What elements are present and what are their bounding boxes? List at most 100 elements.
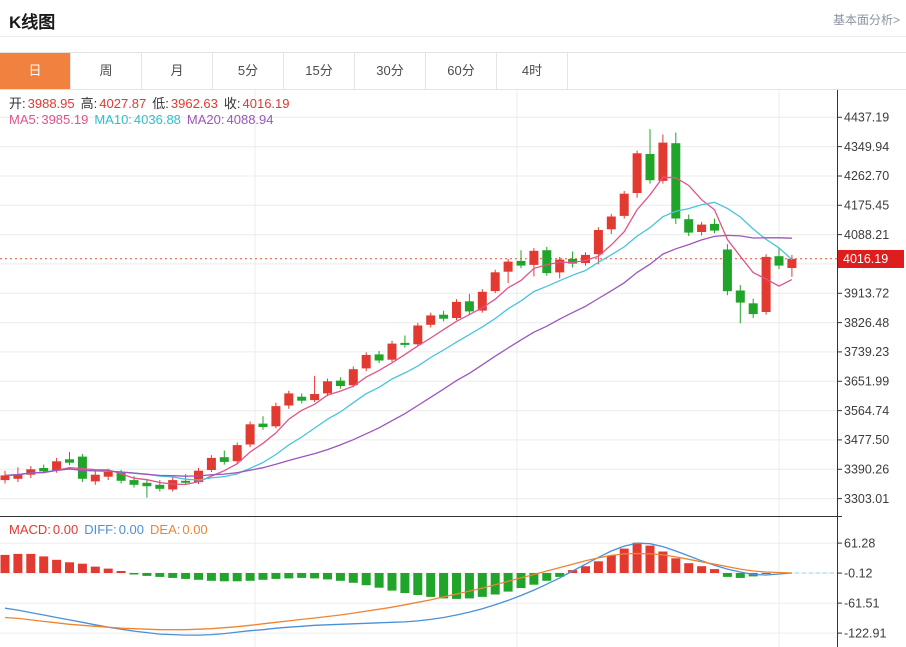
legend-label: DIFF: (84, 522, 117, 537)
macd-histogram (0, 542, 771, 599)
macd-bar (232, 573, 242, 582)
macd-bar (219, 573, 229, 582)
legend-value: 0.00 (52, 522, 79, 537)
macd-bar (116, 571, 126, 573)
candle-body (181, 480, 191, 483)
candle-body (697, 224, 707, 232)
y-axis-tick-label: -122.91 (844, 626, 886, 640)
candle-body (297, 396, 307, 401)
macd-bar (761, 573, 771, 574)
macd-bar (516, 573, 526, 589)
candlestick-series (0, 129, 797, 498)
macd-bar (90, 566, 100, 573)
candle-body (710, 223, 719, 231)
macd-bar (245, 573, 255, 581)
candle-body (271, 406, 281, 427)
macd-bar (77, 563, 87, 573)
macd-bar (606, 555, 616, 573)
candle-body (39, 468, 49, 472)
candle-body (503, 261, 513, 272)
legend-value: 4088.94 (226, 112, 274, 127)
y-axis-tick-label: 4262.70 (844, 169, 889, 183)
macd-bar (335, 573, 345, 581)
y-axis-tick-label: 61.28 (844, 536, 875, 550)
candle-body (684, 219, 694, 233)
ohlc-legend: 开: 3988.95 高: 4027.87 低: 3962.63 收: 4016.19 (9, 93, 296, 112)
macd-bar (735, 573, 745, 578)
candle-body (426, 315, 436, 325)
candle-body (722, 249, 732, 292)
candle-body (490, 272, 500, 292)
legend-value: 3962.63 (170, 96, 218, 111)
kline-app: K线图 基本面分析> 日周月 5分 15分 30分 60分 4时 4437.19 4349.… (0, 0, 906, 647)
macd-bar (645, 545, 655, 573)
y-axis-tick-label: 3303.01 (844, 492, 889, 506)
macd-bar (348, 573, 358, 583)
candle-body (90, 474, 100, 482)
candle-body (387, 343, 397, 360)
current-price-badge: 4016.19 (838, 250, 904, 268)
candle-body (761, 256, 771, 312)
legend-label: MACD: (9, 522, 51, 537)
legend-label: 开: (9, 96, 26, 111)
legend-label: MA5: (9, 112, 40, 127)
legend-label: DEA: (150, 522, 181, 537)
candle-body (0, 475, 10, 481)
candle-body (258, 423, 268, 427)
macd-bar (361, 573, 371, 586)
y-axis-tick-label: 3739.23 (844, 345, 889, 359)
legend-label: 高: (80, 96, 98, 111)
macd-bar (142, 573, 152, 576)
candle-body (323, 381, 332, 394)
legend-value: 4036.88 (133, 112, 181, 127)
candle-body (232, 445, 242, 462)
candle-body (774, 256, 784, 266)
y-axis-tick-label: 3651.99 (844, 375, 889, 389)
candle-body (671, 143, 681, 219)
macd-bar (477, 573, 487, 597)
legend-label: 收: (223, 96, 241, 111)
legend-value: 0.00 (182, 522, 208, 537)
macd-bar (684, 563, 694, 573)
candle-body (335, 380, 345, 386)
macd-bar (206, 573, 216, 581)
candle-body (206, 457, 216, 470)
macd-bar (271, 573, 281, 579)
candle-body (632, 153, 642, 193)
macd-bar (400, 573, 410, 593)
macd-bar (426, 573, 436, 597)
macd-bar (619, 548, 629, 573)
y-axis-tick-label: 3477.50 (844, 433, 889, 447)
macd-bar (632, 542, 642, 573)
candle-body (77, 456, 87, 479)
candle-body (374, 354, 384, 361)
candle-body (619, 193, 629, 216)
candle-body (464, 301, 474, 312)
macd-bar (697, 566, 707, 573)
candle-body (748, 303, 758, 315)
macd-bar (593, 561, 603, 573)
macd-bar (52, 559, 62, 573)
macd-bar (413, 573, 423, 595)
candle-body (439, 314, 449, 319)
macd-bar (310, 573, 320, 579)
candle-body (219, 457, 229, 462)
macd-bar (581, 566, 590, 573)
legend-value: 0.00 (118, 522, 145, 537)
macd-bar (722, 573, 732, 577)
candle-body (129, 480, 139, 485)
macd-bar (671, 558, 681, 573)
candle-body (787, 258, 797, 268)
candle-body (735, 290, 745, 303)
macd-bar (194, 573, 203, 580)
macd-bar (258, 573, 268, 580)
macd-bar (387, 573, 397, 591)
macd-bar (439, 573, 449, 599)
candle-body (413, 325, 423, 345)
legend-label: 低: (152, 96, 169, 111)
candle-body (516, 260, 526, 266)
y-axis-tick-label: -61.51 (844, 596, 879, 610)
candle-body (658, 142, 668, 181)
macd-bar (26, 553, 36, 573)
candle-body (65, 459, 74, 463)
